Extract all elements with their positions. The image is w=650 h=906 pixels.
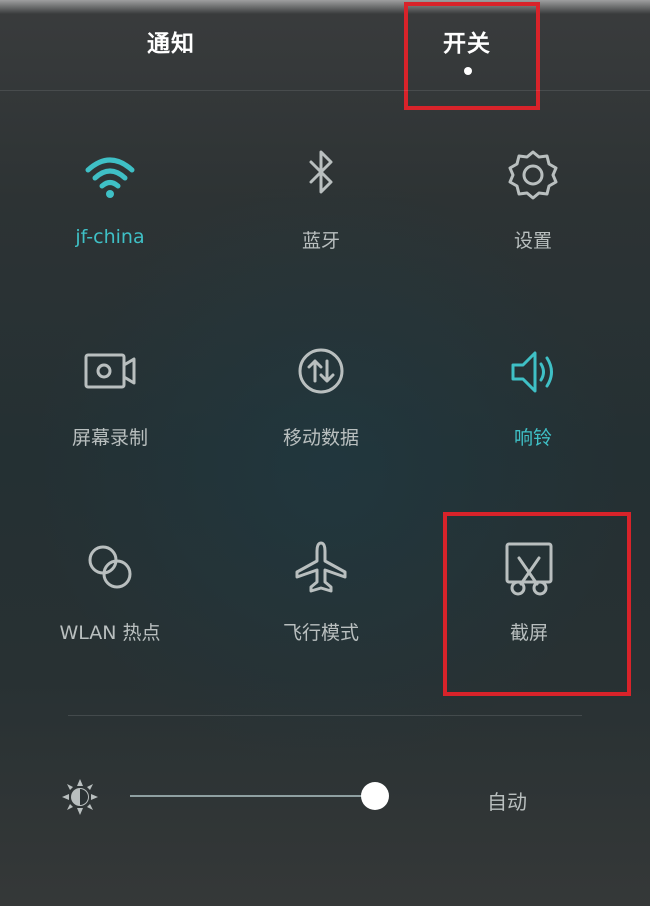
tile-hotspot-label: WLAN 热点 <box>59 622 161 644</box>
airplane-icon <box>295 541 347 593</box>
brightness-divider <box>68 715 582 716</box>
speaker-icon <box>511 351 553 393</box>
bluetooth-icon <box>309 150 333 194</box>
tile-bluetooth-label: 蓝牙 <box>301 230 340 252</box>
tile-ringer-label: 响铃 <box>513 427 552 449</box>
tile-wifi[interactable]: jf-china <box>10 148 210 288</box>
tile-hotspot[interactable]: WLAN 热点 <box>10 540 210 680</box>
hotspot-icon <box>88 545 132 589</box>
tile-mobile-data-label: 移动数据 <box>282 427 359 449</box>
header-divider <box>0 90 650 91</box>
tile-wifi-label: jf-china <box>75 226 145 248</box>
auto-brightness-toggle[interactable]: 自动 <box>487 786 527 815</box>
tile-airplane-label: 飞行模式 <box>282 622 359 644</box>
brightness-icon <box>62 779 98 815</box>
gear-icon <box>508 150 558 200</box>
data-arrows-icon <box>298 348 344 394</box>
tile-bluetooth[interactable]: 蓝牙 <box>221 148 421 288</box>
tile-screen-record[interactable]: 屏幕录制 <box>10 345 210 485</box>
highlight-box-screenshot <box>443 512 631 696</box>
brightness-slider-track[interactable] <box>130 795 375 797</box>
highlight-box-switches-tab <box>404 2 540 110</box>
tile-mobile-data[interactable]: 移动数据 <box>221 345 421 485</box>
brightness-slider-thumb[interactable] <box>361 782 389 810</box>
tab-notifications[interactable]: 通知 <box>147 24 195 58</box>
tile-airplane[interactable]: 飞行模式 <box>221 540 421 680</box>
tile-screen-record-label: 屏幕录制 <box>71 427 148 449</box>
tile-settings-label: 设置 <box>513 230 552 252</box>
tile-settings[interactable]: 设置 <box>433 148 633 288</box>
quick-settings-panel: 通知 开关 jf-china 蓝牙 设置 屏幕录制 移动数据 响铃 WLAN 热… <box>0 0 650 906</box>
tile-ringer[interactable]: 响铃 <box>433 345 633 485</box>
wifi-icon <box>85 157 135 198</box>
video-camera-icon <box>84 353 136 389</box>
